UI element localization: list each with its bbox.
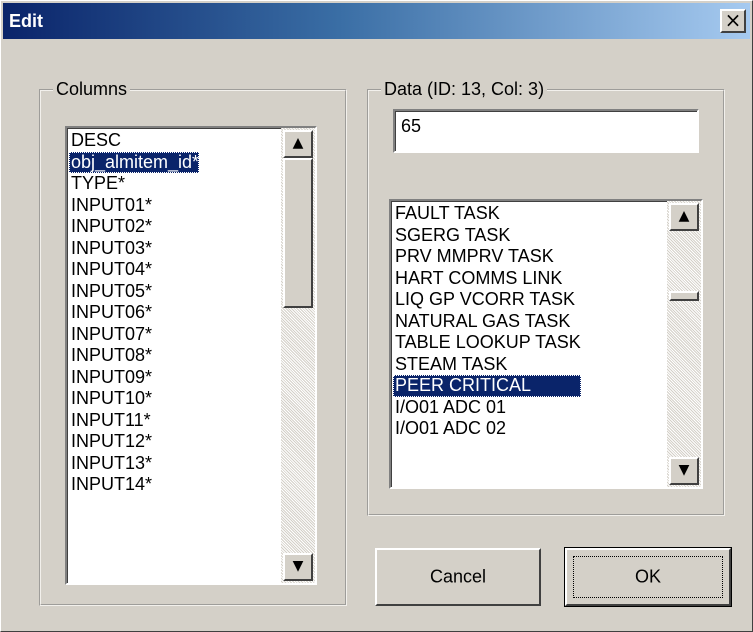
arrow-up-icon: ▲ <box>678 208 690 224</box>
list-item[interactable]: STEAM TASK <box>393 354 581 376</box>
list-item[interactable]: obj_almitem_id* <box>69 151 200 173</box>
list-item[interactable]: INPUT01* <box>69 195 199 217</box>
list-item[interactable]: HART COMMS LINK <box>393 268 581 290</box>
list-item[interactable]: INPUT09* <box>69 367 199 389</box>
list-item[interactable]: INPUT03* <box>69 238 199 260</box>
ok-label: OK <box>634 566 661 587</box>
title-bar[interactable]: Edit × <box>3 3 750 39</box>
arrow-down-icon: ▼ <box>292 558 304 574</box>
list-item[interactable]: LIQ GP VCORR TASK <box>393 289 581 311</box>
list-item[interactable]: PRV MMPRV TASK <box>393 246 581 268</box>
window-title: Edit <box>9 11 43 31</box>
columns-scrollbar[interactable]: ▲ ▼ <box>281 128 315 583</box>
data-legend: Data (ID: 13, Col: 3) <box>381 79 548 100</box>
list-item[interactable]: TABLE LOOKUP TASK <box>393 332 581 354</box>
list-item[interactable]: DESC <box>69 130 199 152</box>
list-item[interactable]: INPUT02* <box>69 216 199 238</box>
columns-legend: Columns <box>53 79 131 100</box>
close-button[interactable]: × <box>720 9 746 33</box>
cancel-button[interactable]: Cancel <box>375 548 541 606</box>
scroll-thumb[interactable] <box>669 291 699 301</box>
list-item[interactable]: INPUT13* <box>69 453 199 475</box>
list-item[interactable]: INPUT08* <box>69 345 199 367</box>
scroll-down-button[interactable]: ▼ <box>669 457 699 485</box>
list-item[interactable]: INPUT04* <box>69 259 199 281</box>
data-list: FAULT TASK SGERG TASK PRV MMPRV TASK HART C… <box>393 203 581 440</box>
list-item[interactable]: PEER CRITICAL <box>393 375 581 397</box>
list-item[interactable]: INPUT12* <box>69 431 199 453</box>
list-item[interactable]: INPUT10* <box>69 388 199 410</box>
list-item[interactable]: INPUT11* <box>69 410 199 432</box>
edit-dialog: Edit × Columns DESC obj_almitem_id* TYPE* I… <box>0 0 753 632</box>
columns-listbox[interactable]: DESC obj_almitem_id* TYPE* INPUT01* INPUT02*… <box>65 126 317 585</box>
arrow-down-icon: ▼ <box>678 462 690 478</box>
data-listbox[interactable]: FAULT TASK SGERG TASK PRV MMPRV TASK HART C… <box>389 199 703 489</box>
list-item[interactable]: FAULT TASK <box>393 203 581 225</box>
list-item[interactable]: INPUT06* <box>69 302 199 324</box>
scroll-down-button[interactable]: ▼ <box>283 553 313 581</box>
list-item[interactable]: INPUT07* <box>69 324 199 346</box>
columns-list: DESC obj_almitem_id* TYPE* INPUT01* INPUT02*… <box>69 130 200 496</box>
cancel-label: Cancel <box>429 566 487 587</box>
list-item[interactable]: TYPE* <box>69 173 199 195</box>
ok-button[interactable]: OK <box>564 547 732 607</box>
list-item[interactable]: I/O01 ADC 02 <box>393 418 581 440</box>
scroll-up-button[interactable]: ▲ <box>669 203 699 231</box>
close-icon: × <box>724 8 742 32</box>
data-scrollbar[interactable]: ▲ ▼ <box>667 201 701 487</box>
scroll-thumb[interactable] <box>283 158 313 308</box>
list-item[interactable]: NATURAL GAS TASK <box>393 311 581 333</box>
columns-groupbox: Columns DESC obj_almitem_id* TYPE* INPUT01*… <box>39 79 347 606</box>
data-groupbox: Data (ID: 13, Col: 3) 65 FAULT TASK SGERG… <box>367 79 725 516</box>
list-item[interactable]: INPUT05* <box>69 281 199 303</box>
arrow-up-icon: ▲ <box>292 135 304 151</box>
list-item[interactable]: SGERG TASK <box>393 225 581 247</box>
list-item[interactable]: INPUT14* <box>69 474 199 496</box>
data-value-field[interactable]: 65 <box>393 109 699 153</box>
list-item[interactable]: I/O01 ADC 01 <box>393 397 581 419</box>
scroll-up-button[interactable]: ▲ <box>283 130 313 158</box>
